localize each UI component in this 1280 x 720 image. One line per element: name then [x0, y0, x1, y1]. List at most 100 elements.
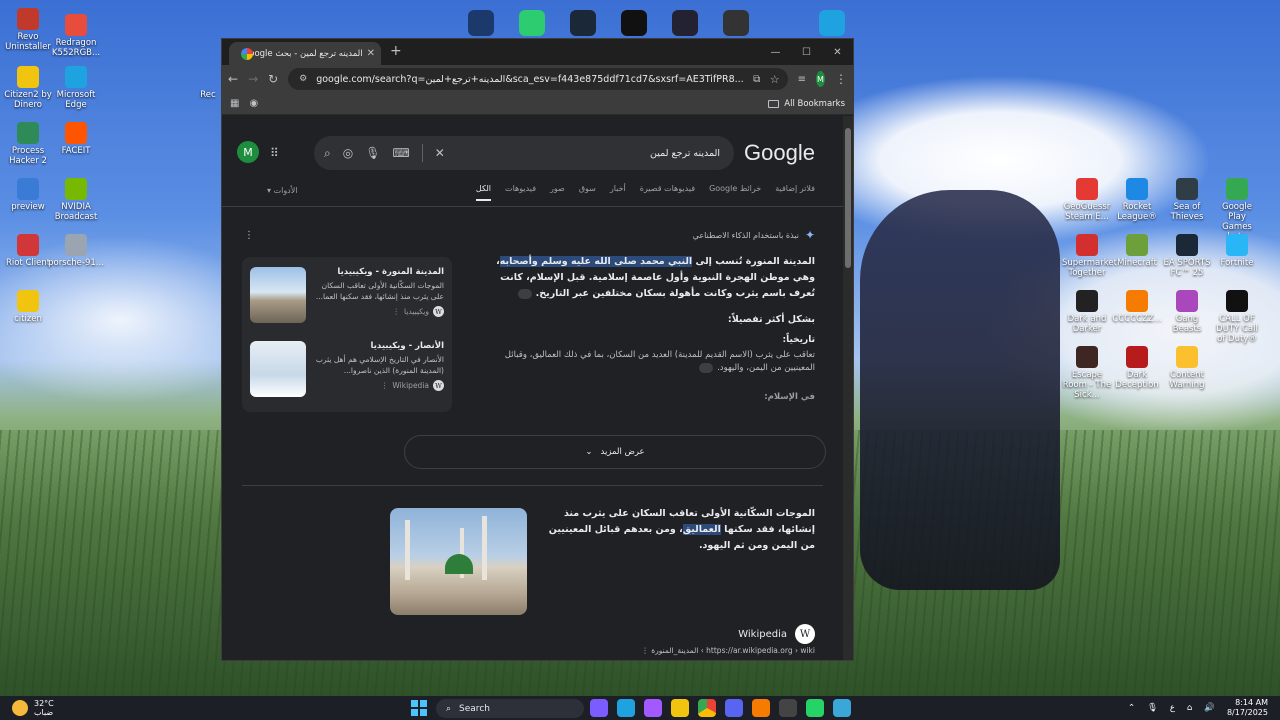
- desktop-icon[interactable]: NVIDIA Broadcast: [48, 178, 104, 222]
- search-icon[interactable]: ⌕: [324, 146, 331, 161]
- minimize-icon[interactable]: —: [760, 39, 791, 65]
- reload-icon[interactable]: ↻: [268, 72, 278, 86]
- search-tab[interactable]: فيديوهات: [505, 184, 536, 201]
- browser-tab[interactable]: المدينه ترجع لمين - بحث Google ✕: [229, 42, 381, 65]
- language-indicator[interactable]: ع: [1170, 703, 1175, 713]
- steam-icon[interactable]: [570, 10, 596, 36]
- clock[interactable]: 8:14 AM 8/17/2025: [1227, 698, 1268, 718]
- desktop-icon-top-2[interactable]: [519, 10, 545, 36]
- desktop-icon[interactable]: FACEIT: [48, 122, 104, 156]
- taskbar-search[interactable]: ⌕ Search: [436, 699, 584, 718]
- back-icon[interactable]: ←: [228, 72, 238, 86]
- network-icon[interactable]: ⌂: [1187, 703, 1192, 713]
- result-url[interactable]: https://ar.wikipedia.org › wiki › المدين…: [641, 646, 815, 655]
- mic-icon[interactable]: 🎙: [1147, 703, 1158, 713]
- ai-overview-menu-icon[interactable]: ⋮: [244, 230, 254, 241]
- desktop-icon[interactable]: Microsoft Edge: [48, 66, 104, 110]
- search-tab[interactable]: فلاتر إضافية: [775, 184, 815, 201]
- bookmark-site-icon[interactable]: ◉: [249, 98, 258, 109]
- tools-dropdown[interactable]: ▾ الأدوات: [267, 186, 298, 195]
- tab-search-icon[interactable]: ≡: [798, 74, 806, 85]
- address-bar[interactable]: ⚙ google.com/search?q=المدينه+ترجع+لمين&…: [288, 68, 788, 90]
- link-chip-icon[interactable]: [699, 362, 714, 373]
- google-apps-icon[interactable]: ⠿: [270, 146, 279, 160]
- lens-icon[interactable]: ◎: [343, 146, 353, 160]
- weather-widget[interactable]: 32°C ضباب: [12, 699, 54, 717]
- desktop-icon[interactable]: Google Play Games beta: [1212, 178, 1262, 242]
- all-bookmarks-button[interactable]: All Bookmarks: [768, 99, 845, 109]
- address-url[interactable]: google.com/search?q=المدينه+ترجع+لمين&sc…: [316, 74, 744, 85]
- mic-icon[interactable]: 🎙: [365, 146, 380, 160]
- desktop-icon[interactable]: Gang Beasts: [1162, 290, 1212, 334]
- chrome-icon[interactable]: [698, 699, 716, 717]
- desktop-icon[interactable]: Sea of Thieves: [1162, 178, 1212, 222]
- scrollbar-thumb[interactable]: [845, 128, 851, 268]
- show-more-button[interactable]: عرض المزيد ⌄: [404, 435, 826, 469]
- source-menu-icon[interactable]: ⋮: [393, 307, 401, 316]
- start-button[interactable]: [411, 700, 427, 716]
- taskbar-app-icon[interactable]: [644, 699, 662, 717]
- desktop-icon[interactable]: Escape Room - The Sick...: [1062, 346, 1112, 400]
- desktop-icon[interactable]: Dark Deception: [1112, 346, 1162, 390]
- bookmark-star-icon[interactable]: ☆: [770, 73, 780, 86]
- search-box[interactable]: ⌕ ◎ 🎙 ⌨ ✕ المدينه ترجع لمين: [314, 136, 734, 170]
- desktop-icon-top-6[interactable]: [723, 10, 749, 36]
- site-info-icon[interactable]: ⚙: [296, 74, 310, 84]
- search-tab[interactable]: سوق: [579, 184, 596, 201]
- result-menu-icon[interactable]: ⋮: [641, 646, 649, 655]
- desktop-icon[interactable]: Dark and Darker: [1062, 290, 1112, 334]
- volume-icon[interactable]: 🔊: [1204, 703, 1215, 713]
- result-site-name[interactable]: Wikipedia: [738, 629, 787, 640]
- desktop-icon[interactable]: Redragon K552RGB...: [48, 14, 104, 58]
- desktop-icon[interactable]: Fortnite: [1212, 234, 1262, 268]
- keyboard-icon[interactable]: ⌨: [392, 146, 409, 160]
- google-account-avatar[interactable]: M: [237, 141, 259, 163]
- source-card[interactable]: المدينة المنورة - ويكيبيديا الموجات السك…: [250, 267, 444, 335]
- discord-icon[interactable]: [725, 699, 743, 717]
- desktop-icon-top-5[interactable]: [672, 10, 698, 36]
- clear-search-icon[interactable]: ✕: [435, 146, 445, 160]
- source-card[interactable]: الأنصار - ويكيبيديا الأنصار في التاريخ ا…: [250, 341, 444, 409]
- desktop-icon[interactable]: GeoGuessr Steam E...: [1062, 178, 1112, 222]
- desktop-icon[interactable]: CALL OF DUTY Call of Duty®: [1212, 290, 1262, 344]
- new-tab-icon[interactable]: +: [390, 43, 402, 59]
- taskbar-app-icon[interactable]: [779, 699, 797, 717]
- search-query[interactable]: المدينه ترجع لمين: [457, 148, 724, 159]
- google-logo[interactable]: Google: [744, 140, 815, 166]
- desktop-icon[interactable]: Content Warning: [1162, 346, 1212, 390]
- chevron-up-icon[interactable]: ⌃: [1128, 703, 1135, 713]
- featured-image[interactable]: [390, 508, 527, 615]
- desktop-icon[interactable]: citizen: [0, 290, 56, 324]
- profile-avatar[interactable]: M: [815, 71, 825, 87]
- close-window-icon[interactable]: ✕: [822, 39, 853, 65]
- web-result[interactable]: W Wikipedia https://ar.wikipedia.org › w…: [641, 624, 815, 655]
- edge-icon[interactable]: [617, 699, 635, 717]
- forward-icon[interactable]: →: [248, 72, 258, 86]
- search-tab[interactable]: صور: [550, 184, 565, 201]
- desktop-icon[interactable]: Rocket League®: [1112, 178, 1162, 222]
- desktop-icon-top-1[interactable]: [468, 10, 494, 36]
- close-tab-icon[interactable]: ✕: [367, 48, 375, 59]
- source-menu-icon[interactable]: ⋮: [381, 381, 389, 390]
- menu-icon[interactable]: ⋮: [835, 72, 847, 86]
- file-explorer-icon[interactable]: [671, 699, 689, 717]
- edge-icon[interactable]: [819, 10, 845, 36]
- apps-icon[interactable]: ▦: [230, 98, 239, 109]
- search-tab[interactable]: خرائط Google: [709, 184, 761, 201]
- install-icon[interactable]: ⧉: [750, 74, 764, 85]
- taskbar-app-icon[interactable]: [752, 699, 770, 717]
- search-tab[interactable]: أخبار: [610, 184, 626, 201]
- desktop-icon[interactable]: porsche-91...: [48, 234, 104, 268]
- page-scrollbar[interactable]: [843, 116, 853, 660]
- link-chip-icon[interactable]: [517, 288, 532, 299]
- epic-games-icon[interactable]: [621, 10, 647, 36]
- desktop-icon[interactable]: EA SPORTS FC™ 25: [1162, 234, 1212, 278]
- desktop-icon[interactable]: Minecraft: [1112, 234, 1162, 268]
- taskbar-app-icon[interactable]: [833, 699, 851, 717]
- search-tab[interactable]: فيديوهات قصيرة: [640, 184, 695, 201]
- taskbar-app-icon[interactable]: [590, 699, 608, 717]
- desktop-icon[interactable]: Supermarket Together: [1062, 234, 1117, 278]
- desktop-icon[interactable]: CCCCCZZ...: [1112, 290, 1162, 324]
- maximize-icon[interactable]: ☐: [791, 39, 822, 65]
- taskbar-app-icon[interactable]: [806, 699, 824, 717]
